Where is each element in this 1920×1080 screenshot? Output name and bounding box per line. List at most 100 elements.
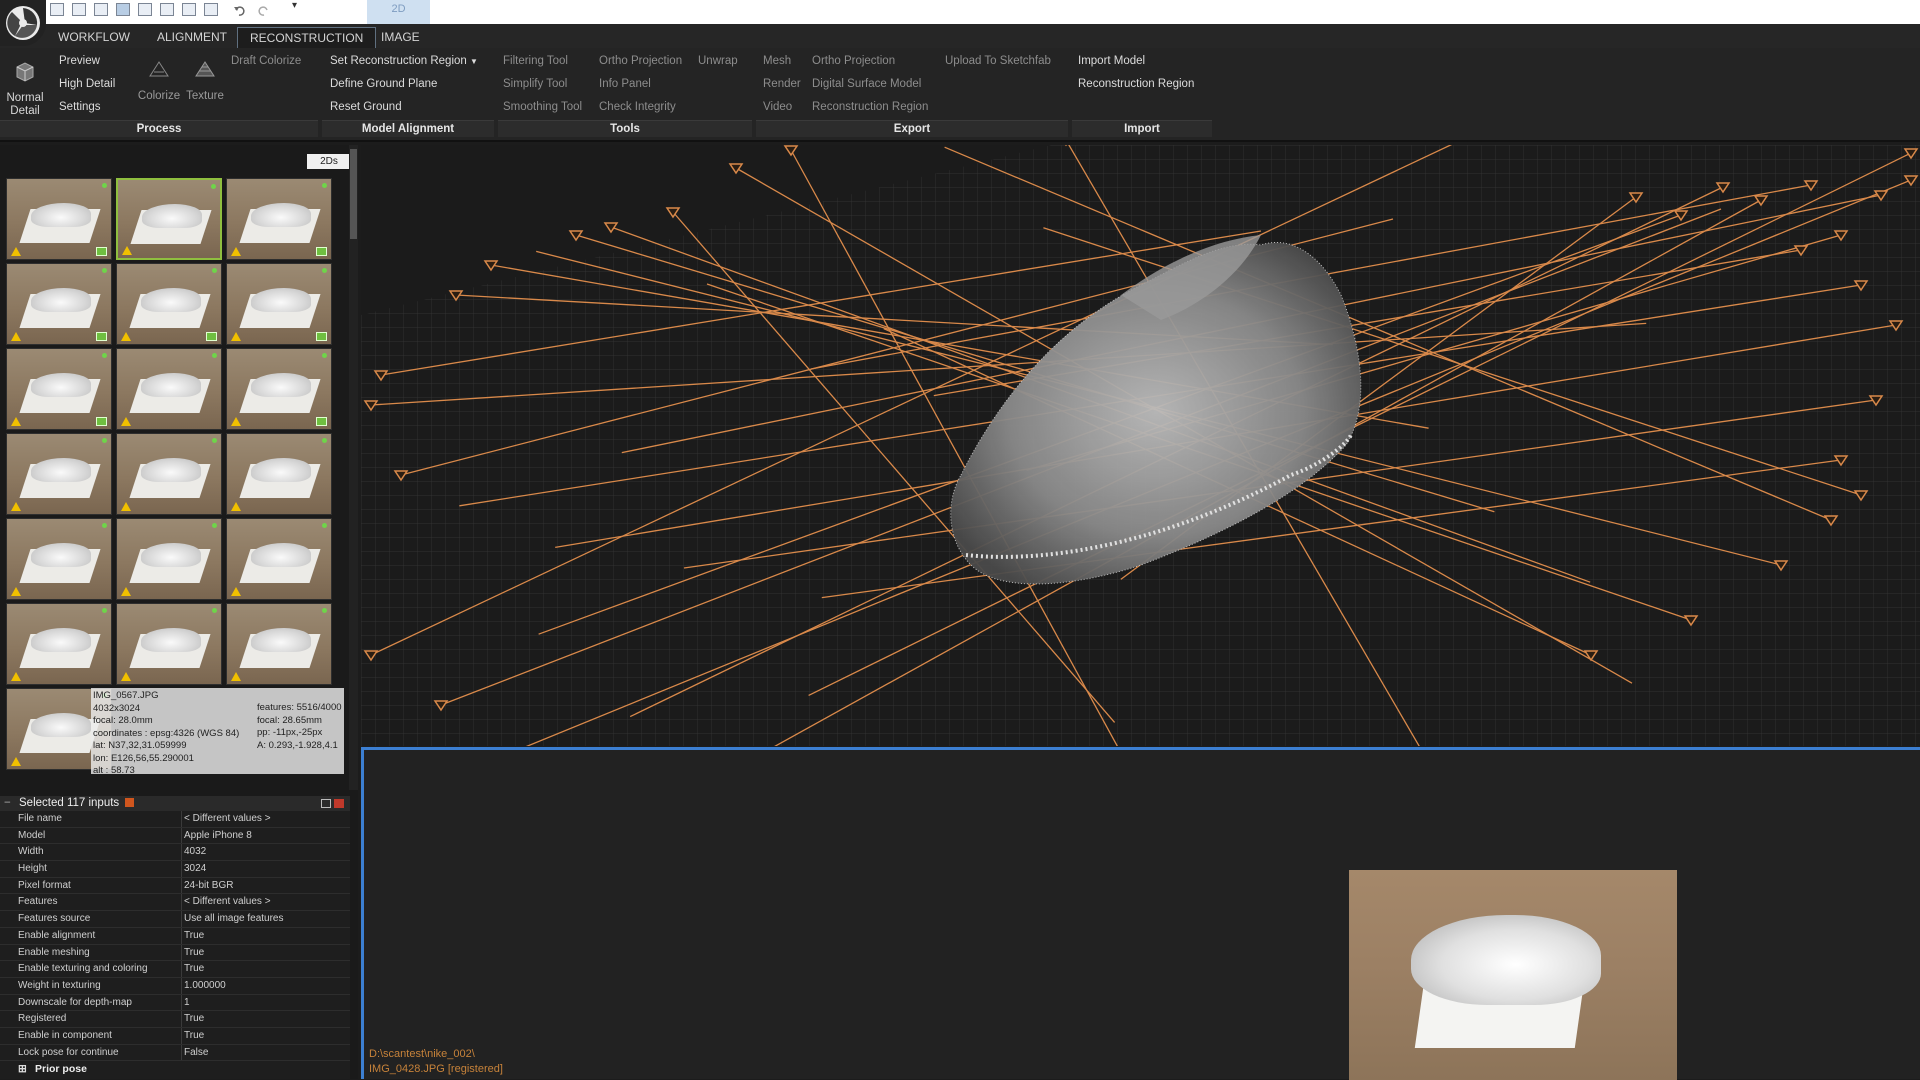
property-row[interactable]: Model Apple iPhone 8 xyxy=(0,827,350,845)
tab-alignment[interactable]: ALIGNMENT xyxy=(145,27,239,48)
property-value[interactable]: 1.000000 xyxy=(184,978,226,995)
property-value[interactable]: 24-bit BGR xyxy=(184,878,233,895)
preview-button[interactable]: Preview xyxy=(59,55,100,67)
quick-access-dropdown[interactable]: ▾ xyxy=(292,0,297,11)
layout-6-icon[interactable] xyxy=(160,3,174,16)
property-value[interactable]: True xyxy=(184,945,204,962)
ortho-projection-tool-button[interactable]: Ortho Projection xyxy=(599,55,682,67)
smoothing-tool-button[interactable]: Smoothing Tool xyxy=(503,101,582,113)
property-row[interactable]: Features source Use all image features xyxy=(0,911,350,928)
badge-2ds[interactable]: 2Ds xyxy=(307,154,350,169)
prior-pose-row[interactable]: ⊞ Prior pose xyxy=(0,1061,350,1078)
camera-marker-icon[interactable] xyxy=(665,207,681,219)
high-detail-button[interactable]: High Detail xyxy=(59,78,115,90)
layout-3-icon[interactable] xyxy=(94,3,108,16)
image-thumbnail[interactable] xyxy=(6,178,112,260)
3d-scene[interactable] xyxy=(361,145,1920,746)
export-video-button[interactable]: Video xyxy=(763,101,792,113)
import-model-button[interactable]: Import Model xyxy=(1078,55,1145,67)
filter-icon[interactable] xyxy=(125,798,135,808)
simplify-tool-button[interactable]: Simplify Tool xyxy=(503,78,567,90)
image-thumbnail[interactable] xyxy=(116,348,222,430)
layout-4-icon[interactable] xyxy=(116,3,130,16)
property-value[interactable]: False xyxy=(184,1045,208,1062)
normal-detail-button[interactable]: Normal Detail xyxy=(4,60,46,118)
export-ortho-button[interactable]: Ortho Projection xyxy=(812,55,895,67)
image-thumbnail[interactable] xyxy=(116,433,222,515)
layout-1-icon[interactable] xyxy=(50,3,64,16)
image-thumbnail[interactable] xyxy=(6,518,112,600)
property-row[interactable]: Downscale for depth-map 1 xyxy=(0,994,350,1012)
image-thumbnail[interactable] xyxy=(116,603,222,685)
property-row[interactable]: Height 3024 xyxy=(0,861,350,878)
import-region-button[interactable]: Reconstruction Region xyxy=(1078,78,1194,90)
property-value[interactable]: 3024 xyxy=(184,861,206,878)
property-row[interactable]: Pixel format 24-bit BGR xyxy=(0,877,350,895)
property-value[interactable]: 4032 xyxy=(184,844,206,861)
image-thumbnail[interactable] xyxy=(116,518,222,600)
export-dsm-button[interactable]: Digital Surface Model xyxy=(812,78,921,90)
undock-icon[interactable] xyxy=(321,799,331,808)
property-value[interactable]: True xyxy=(184,928,204,945)
image-thumbnail[interactable] xyxy=(226,433,332,515)
image-thumbnail[interactable] xyxy=(226,603,332,685)
layout-7-icon[interactable] xyxy=(182,3,196,16)
property-value[interactable]: < Different values > xyxy=(184,894,271,911)
app-logo[interactable] xyxy=(0,0,46,46)
image-thumbnail[interactable] xyxy=(6,433,112,515)
layout-2d-button[interactable]: 2D xyxy=(367,0,430,24)
set-reconstruction-region-button[interactable]: Set Reconstruction Region ▼ xyxy=(330,55,478,67)
property-value[interactable]: 1 xyxy=(184,995,190,1012)
undo-icon[interactable] xyxy=(233,4,247,18)
2d-image-view[interactable]: D:\scantest\nike_002\ IMG_0428.JPG [regi… xyxy=(361,747,1920,1080)
image-preview[interactable] xyxy=(1349,870,1677,1080)
image-thumbnail[interactable] xyxy=(6,263,112,345)
camera-marker-icon[interactable] xyxy=(783,145,799,157)
property-row[interactable]: Lock pose for continue False xyxy=(0,1044,350,1062)
property-value[interactable]: Apple iPhone 8 xyxy=(184,828,252,845)
property-value[interactable]: < Different values > xyxy=(184,811,271,828)
unwrap-button[interactable]: Unwrap xyxy=(698,55,738,67)
texture-button[interactable]: Texture xyxy=(182,58,228,103)
image-thumbnail[interactable] xyxy=(226,263,332,345)
define-ground-plane-button[interactable]: Define Ground Plane xyxy=(330,78,437,90)
camera-marker-icon[interactable] xyxy=(568,230,584,242)
colorize-button[interactable]: Colorize xyxy=(135,58,183,103)
image-thumbnail[interactable] xyxy=(6,348,112,430)
image-thumbnail[interactable] xyxy=(116,178,222,260)
property-row[interactable]: Enable meshing True xyxy=(0,944,350,962)
image-thumbnail[interactable] xyxy=(226,178,332,260)
layout-5-icon[interactable] xyxy=(138,3,152,16)
layout-2-icon[interactable] xyxy=(72,3,86,16)
image-thumbnail[interactable] xyxy=(116,263,222,345)
camera-marker-icon[interactable] xyxy=(728,163,744,175)
property-value[interactable]: True xyxy=(184,961,204,978)
property-value[interactable]: Use all image features xyxy=(184,911,284,928)
collapse-icon[interactable]: − xyxy=(4,796,11,811)
thumbnail-scroll-thumb[interactable] xyxy=(350,149,357,239)
layout-8-icon[interactable] xyxy=(204,3,218,16)
tab-image[interactable]: IMAGE xyxy=(369,27,432,48)
property-row[interactable]: Features < Different values > xyxy=(0,894,350,912)
property-row[interactable]: File name < Different values > xyxy=(0,811,350,828)
tab-reconstruction[interactable]: RECONSTRUCTION xyxy=(237,27,377,48)
filtering-tool-button[interactable]: Filtering Tool xyxy=(503,55,568,67)
3d-viewport[interactable] xyxy=(361,145,1920,746)
property-row[interactable]: Enable alignment True xyxy=(0,927,350,945)
property-row[interactable]: Enable in component True xyxy=(0,1027,350,1045)
property-row[interactable]: Registered True xyxy=(0,1011,350,1028)
export-region-button[interactable]: Reconstruction Region xyxy=(812,101,928,113)
upload-sketchfab-button[interactable]: Upload To Sketchfab xyxy=(945,55,1051,67)
property-value[interactable]: True xyxy=(184,1011,204,1028)
image-thumbnail[interactable] xyxy=(226,348,332,430)
property-row[interactable]: Width 4032 xyxy=(0,844,350,862)
export-render-button[interactable]: Render xyxy=(763,78,801,90)
image-thumbnail[interactable] xyxy=(6,603,112,685)
expand-icon[interactable]: ⊞ xyxy=(18,1061,27,1078)
reset-ground-button[interactable]: Reset Ground xyxy=(330,101,402,113)
property-value[interactable]: True xyxy=(184,1028,204,1045)
settings-button[interactable]: Settings xyxy=(59,101,101,113)
close-icon[interactable] xyxy=(334,799,344,808)
thumbnail-scrollbar[interactable] xyxy=(349,145,358,790)
image-thumbnail[interactable] xyxy=(226,518,332,600)
